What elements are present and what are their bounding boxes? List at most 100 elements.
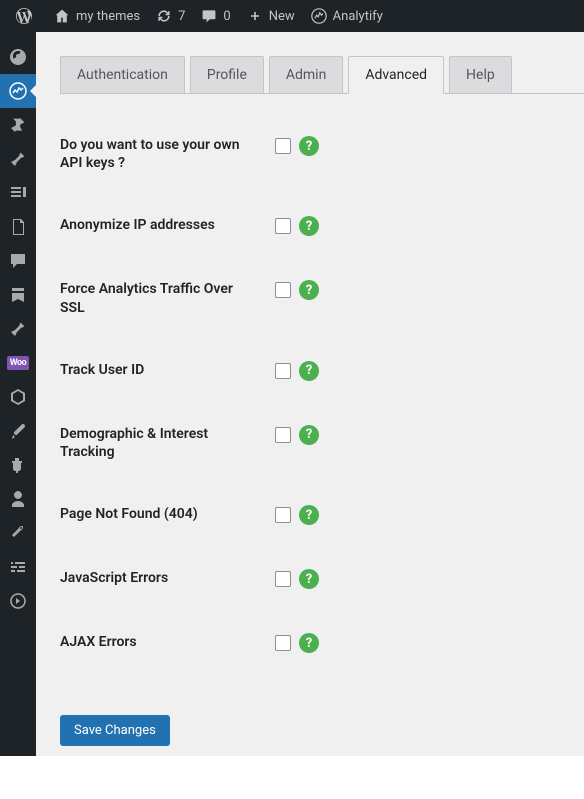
wordpress-icon — [16, 8, 32, 24]
media-icon — [8, 183, 28, 203]
tab-help[interactable]: Help — [449, 56, 512, 93]
setting-label: Page Not Found (404) — [60, 505, 275, 523]
chart-icon — [8, 81, 28, 101]
wp-logo[interactable] — [8, 0, 46, 32]
site-name[interactable]: my themes — [46, 0, 148, 32]
sidebar-users[interactable] — [0, 482, 36, 516]
help-icon[interactable]: ? — [299, 216, 319, 236]
sidebar-appearance[interactable] — [0, 414, 36, 448]
analytify-icon — [311, 8, 327, 24]
comments[interactable]: 0 — [193, 0, 238, 32]
sidebar-posts2[interactable] — [0, 142, 36, 176]
pin-icon — [8, 149, 28, 169]
setting-label: JavaScript Errors — [60, 569, 275, 587]
help-icon[interactable]: ? — [299, 633, 319, 653]
sidebar-dashboard[interactable] — [0, 40, 36, 74]
tab-profile[interactable]: Profile — [190, 56, 264, 93]
pin-icon — [8, 115, 28, 135]
sidebar-settings[interactable] — [0, 550, 36, 584]
setting-checkbox[interactable] — [275, 218, 291, 234]
comment-icon — [201, 8, 217, 24]
sidebar-products[interactable] — [0, 380, 36, 414]
setting-row: AJAX Errors? — [60, 611, 584, 675]
comments-icon — [8, 251, 28, 271]
sidebar-woo[interactable]: Woo — [0, 346, 36, 380]
sidebar-collapse[interactable] — [0, 584, 36, 618]
admin-sidebar: Woo — [0, 32, 36, 756]
help-icon[interactable]: ? — [299, 280, 319, 300]
update-icon — [156, 8, 172, 24]
analytify-bar[interactable]: Analytify — [303, 0, 391, 32]
setting-label: Demographic & Interest Tracking — [60, 425, 275, 461]
setting-control: ? — [275, 569, 319, 589]
site-name-text: my themes — [76, 9, 140, 24]
help-icon[interactable]: ? — [299, 569, 319, 589]
help-icon[interactable]: ? — [299, 425, 319, 445]
setting-checkbox[interactable] — [275, 363, 291, 379]
tab-authentication[interactable]: Authentication — [60, 56, 185, 93]
sidebar-analytify[interactable] — [0, 74, 36, 108]
sidebar-media[interactable] — [0, 176, 36, 210]
sidebar-comments[interactable] — [0, 244, 36, 278]
setting-row: Anonymize IP addresses? — [60, 194, 584, 258]
updates[interactable]: 7 — [148, 0, 193, 32]
setting-checkbox[interactable] — [275, 427, 291, 443]
sidebar-tools[interactable] — [0, 516, 36, 550]
comments-count: 0 — [223, 9, 230, 24]
sidebar-feedback[interactable] — [0, 278, 36, 312]
help-icon[interactable]: ? — [299, 361, 319, 381]
setting-checkbox[interactable] — [275, 571, 291, 587]
pages-icon — [8, 217, 28, 237]
tab-advanced[interactable]: Advanced — [348, 56, 444, 94]
setting-label: Track User ID — [60, 361, 275, 379]
help-icon[interactable]: ? — [299, 505, 319, 525]
new-content[interactable]: New — [239, 0, 303, 32]
setting-label: Anonymize IP addresses — [60, 216, 275, 234]
save-button[interactable]: Save Changes — [60, 715, 170, 746]
plugin-icon — [8, 455, 28, 475]
sidebar-pages[interactable] — [0, 210, 36, 244]
setting-row: Demographic & Interest Tracking? — [60, 403, 584, 483]
admin-bar: my themes 7 0 New Analytify — [0, 0, 584, 32]
setting-label: Do you want to use your own API keys ? — [60, 136, 275, 172]
setting-control: ? — [275, 633, 319, 653]
setting-row: Track User ID? — [60, 339, 584, 403]
setting-row: Do you want to use your own API keys ?? — [60, 114, 584, 194]
user-icon — [8, 489, 28, 509]
setting-checkbox[interactable] — [275, 507, 291, 523]
main-content: AuthenticationProfileAdminAdvancedHelp D… — [36, 32, 584, 756]
analytify-label: Analytify — [333, 9, 383, 24]
setting-row: JavaScript Errors? — [60, 547, 584, 611]
dashboard-icon — [8, 47, 28, 67]
home-icon — [54, 8, 70, 24]
woo-icon: Woo — [7, 356, 29, 370]
setting-control: ? — [275, 361, 319, 381]
setting-checkbox[interactable] — [275, 138, 291, 154]
brush-icon — [8, 421, 28, 441]
setting-control: ? — [275, 505, 319, 525]
sidebar-posts3[interactable] — [0, 312, 36, 346]
setting-control: ? — [275, 136, 319, 156]
sidebar-posts[interactable] — [0, 108, 36, 142]
feedback-icon — [8, 285, 28, 305]
updates-count: 7 — [178, 9, 185, 24]
sliders-icon — [8, 557, 28, 577]
setting-row: Page Not Found (404)? — [60, 483, 584, 547]
setting-control: ? — [275, 280, 319, 300]
setting-label: Force Analytics Traffic Over SSL — [60, 280, 275, 316]
settings-form: Do you want to use your own API keys ??A… — [60, 94, 584, 695]
plus-icon — [247, 8, 263, 24]
collapse-icon — [8, 591, 28, 611]
setting-checkbox[interactable] — [275, 282, 291, 298]
setting-checkbox[interactable] — [275, 635, 291, 651]
new-label: New — [269, 9, 295, 24]
setting-control: ? — [275, 425, 319, 445]
help-icon[interactable]: ? — [299, 136, 319, 156]
setting-control: ? — [275, 216, 319, 236]
settings-tabs: AuthenticationProfileAdminAdvancedHelp — [60, 56, 584, 94]
setting-row: Force Analytics Traffic Over SSL? — [60, 258, 584, 338]
pin-icon — [8, 319, 28, 339]
tab-admin[interactable]: Admin — [269, 56, 343, 93]
setting-label: AJAX Errors — [60, 633, 275, 651]
sidebar-plugins[interactable] — [0, 448, 36, 482]
